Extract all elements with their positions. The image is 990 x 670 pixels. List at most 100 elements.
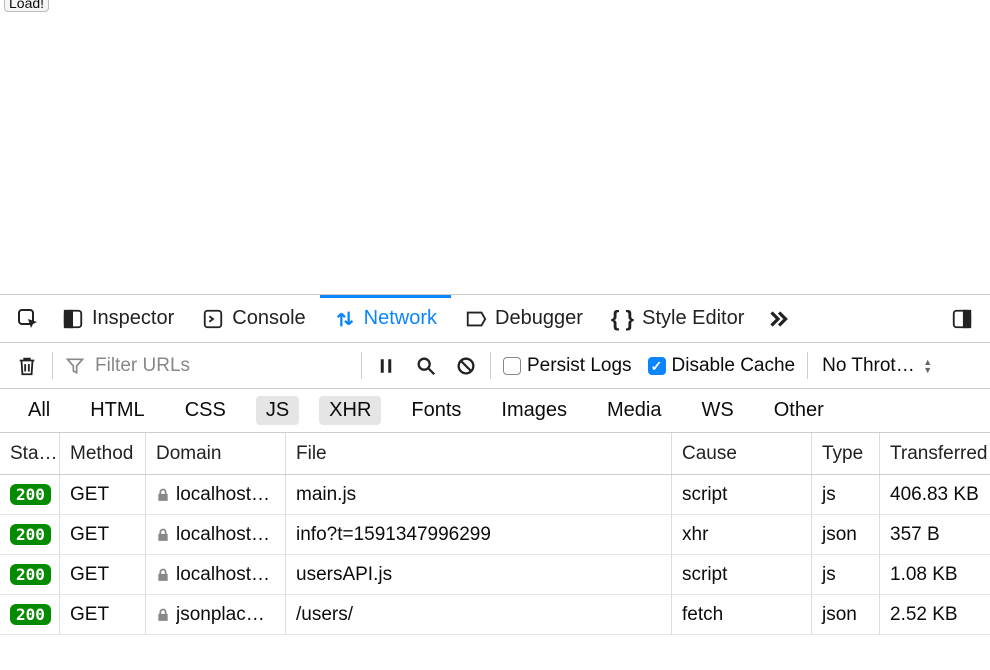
filter-js[interactable]: JS	[256, 396, 299, 425]
element-picker-button[interactable]	[8, 295, 48, 342]
funnel-icon	[65, 356, 85, 376]
checkbox-icon	[648, 357, 666, 375]
table-row[interactable]: 200 GETlocalhost:…main.jsscriptjs406.83 K…	[0, 475, 990, 515]
status-badge: 200	[10, 484, 51, 505]
status-badge: 200	[10, 564, 51, 585]
separator	[807, 352, 808, 379]
stepper-icon: ▲▼	[923, 358, 932, 374]
filter-css[interactable]: CSS	[175, 396, 236, 425]
persist-logs-label: Persist Logs	[527, 355, 632, 377]
cell-file: /users/	[286, 595, 672, 634]
cell-file: main.js	[286, 475, 672, 514]
pause-button[interactable]	[366, 343, 406, 388]
block-icon	[455, 355, 477, 377]
style-editor-icon: { }	[611, 306, 634, 332]
status-badge: 200	[10, 524, 51, 545]
table-header: Sta… Method Domain File Cause Type Trans…	[0, 433, 990, 475]
cell-file: usersAPI.js	[286, 555, 672, 594]
tab-inspector[interactable]: Inspector	[48, 295, 188, 342]
element-picker-icon	[16, 307, 40, 331]
requests-table: Sta… Method Domain File Cause Type Trans…	[0, 433, 990, 635]
col-file[interactable]: File	[286, 433, 672, 474]
filter-other[interactable]: Other	[764, 396, 834, 425]
filter-box	[57, 354, 357, 378]
cell-cause: script	[672, 475, 812, 514]
cell-status: 200	[0, 515, 60, 554]
lock-icon	[156, 488, 170, 502]
tab-style-editor[interactable]: { } Style Editor	[597, 295, 759, 342]
cell-transferred: 357 B	[880, 515, 990, 554]
network-icon	[334, 308, 356, 330]
console-icon	[202, 308, 224, 330]
separator	[52, 352, 53, 379]
inspector-icon	[62, 308, 84, 330]
dock-icon	[951, 308, 973, 330]
dock-side-button[interactable]	[942, 295, 982, 342]
cell-type: json	[812, 595, 880, 634]
col-type[interactable]: Type	[812, 433, 880, 474]
cell-file: info?t=1591347996299	[286, 515, 672, 554]
lock-icon	[156, 568, 170, 582]
cell-method: GET	[60, 595, 146, 634]
page-content: Load!	[0, 0, 990, 295]
cell-type: json	[812, 515, 880, 554]
cell-method: GET	[60, 475, 146, 514]
search-icon	[415, 355, 437, 377]
filter-xhr[interactable]: XHR	[319, 396, 381, 425]
disable-cache-toggle[interactable]: Disable Cache	[640, 355, 804, 377]
col-transferred[interactable]: Transferred	[880, 433, 990, 474]
cell-type: js	[812, 475, 880, 514]
status-badge: 200	[10, 604, 51, 625]
tab-label: Network	[364, 307, 437, 330]
cell-status: 200	[0, 475, 60, 514]
filter-fonts[interactable]: Fonts	[401, 396, 471, 425]
devtools-toolbar: Inspector Console Network Debugger { } S…	[0, 295, 990, 343]
cell-domain: jsonplace…	[146, 595, 286, 634]
table-row[interactable]: 200GETlocalhost:…info?t=1591347996299xhr…	[0, 515, 990, 555]
filter-html[interactable]: HTML	[80, 396, 154, 425]
cell-cause: script	[672, 555, 812, 594]
cell-transferred: 406.83 KB	[880, 475, 990, 514]
cell-domain: localhost:…	[146, 475, 286, 514]
col-domain[interactable]: Domain	[146, 433, 286, 474]
search-button[interactable]	[406, 343, 446, 388]
table-row[interactable]: 200GETlocalhost:…usersAPI.jsscriptjs1.08…	[0, 555, 990, 595]
filter-all[interactable]: All	[18, 396, 60, 425]
request-type-filters: All HTML CSS JS XHR Fonts Images Media WS Other	[0, 389, 990, 433]
tab-network[interactable]: Network	[320, 295, 451, 342]
col-cause[interactable]: Cause	[672, 433, 812, 474]
separator	[490, 352, 491, 379]
cell-transferred: 2.52 KB	[880, 595, 990, 634]
block-button[interactable]	[446, 343, 486, 388]
cell-method: GET	[60, 515, 146, 554]
cell-type: js	[812, 555, 880, 594]
filter-images[interactable]: Images	[491, 396, 577, 425]
cell-status: 200	[0, 595, 60, 634]
trash-icon	[16, 355, 38, 377]
filter-urls-input[interactable]	[93, 354, 333, 378]
tab-label: Inspector	[92, 307, 174, 330]
col-status[interactable]: Sta…	[0, 433, 60, 474]
filter-ws[interactable]: WS	[692, 396, 744, 425]
tab-label: Style Editor	[642, 307, 744, 330]
col-method[interactable]: Method	[60, 433, 146, 474]
table-row[interactable]: 200 GETjsonplace…/users/fetchjson2.52 KB	[0, 595, 990, 635]
pause-icon	[377, 357, 395, 375]
tab-label: Console	[232, 307, 305, 330]
more-tabs-button[interactable]	[758, 295, 798, 342]
lock-icon	[156, 528, 170, 542]
throttling-dropdown[interactable]: No Throttli… ▲▼	[812, 355, 942, 377]
debugger-icon	[465, 308, 487, 330]
cell-domain: localhost:…	[146, 555, 286, 594]
tab-debugger[interactable]: Debugger	[451, 295, 597, 342]
cell-cause: fetch	[672, 595, 812, 634]
filter-media[interactable]: Media	[597, 396, 671, 425]
clear-button[interactable]	[6, 343, 48, 388]
throttling-label: No Throttli…	[822, 355, 917, 377]
network-toolbar: Persist Logs Disable Cache No Throttli… …	[0, 343, 990, 389]
persist-logs-toggle[interactable]: Persist Logs	[495, 355, 640, 377]
disable-cache-label: Disable Cache	[672, 355, 796, 377]
tab-console[interactable]: Console	[188, 295, 319, 342]
load-button[interactable]: Load!	[4, 0, 49, 12]
cell-method: GET	[60, 555, 146, 594]
